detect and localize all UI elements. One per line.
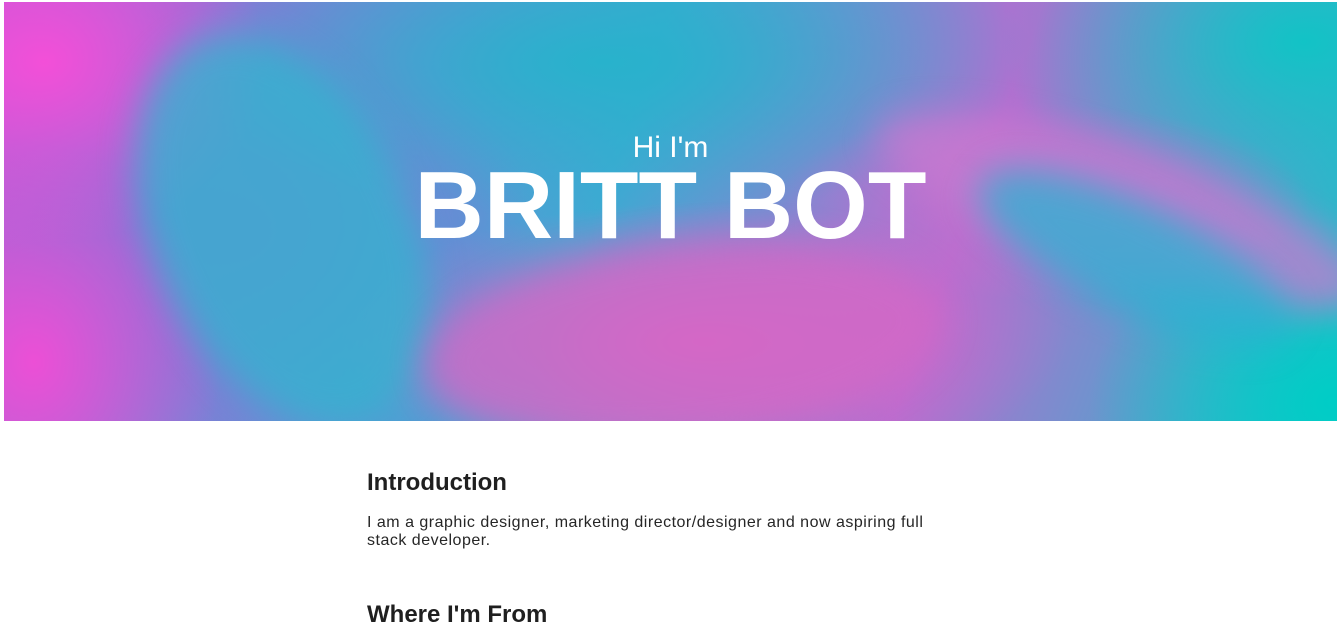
main-content: Introduction I am a graphic designer, ma… [367,466,967,628]
section-title-introduction: Introduction [367,469,507,496]
hero-name: BRITT BOT [414,152,927,259]
hero-banner: Hi I'm BRITT BOT [4,2,1337,421]
hero-text: Hi I'm BRITT BOT [4,2,1337,421]
section-body-introduction: I am a graphic designer, marketing direc… [367,514,924,549]
section-title-where-from: Where I'm From [367,601,548,628]
